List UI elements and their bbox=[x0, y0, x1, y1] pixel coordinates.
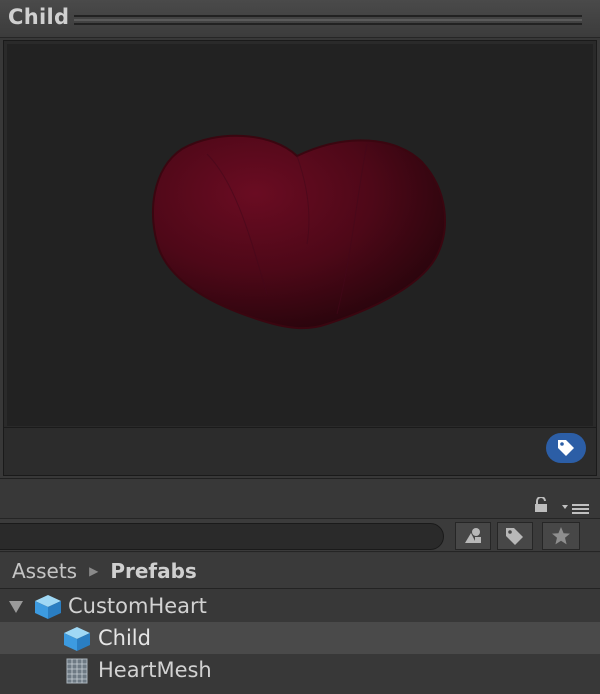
tree-item-child[interactable]: Child bbox=[0, 622, 600, 654]
title-grip[interactable] bbox=[74, 15, 582, 25]
asset-preview-panel bbox=[3, 40, 597, 476]
window-title: Child bbox=[8, 5, 70, 29]
expand-arrow-icon[interactable] bbox=[8, 600, 24, 614]
search-toolbar bbox=[0, 518, 600, 552]
favorites-star-icon bbox=[552, 527, 570, 545]
tree-item-label: Child bbox=[98, 626, 151, 650]
breadcrumb-item-assets[interactable]: Assets bbox=[12, 559, 77, 583]
breadcrumb-item-prefabs[interactable]: Prefabs bbox=[110, 559, 197, 583]
search-input[interactable] bbox=[0, 523, 444, 550]
search-by-label-button[interactable] bbox=[497, 522, 533, 550]
preview-footer bbox=[4, 427, 596, 475]
lock-icon[interactable] bbox=[534, 497, 548, 513]
search-by-type-icon bbox=[465, 528, 481, 543]
mesh-grid-icon bbox=[66, 658, 88, 684]
search-by-label-icon bbox=[506, 528, 523, 545]
tree-item-customheart[interactable]: CustomHeart bbox=[0, 590, 600, 622]
label-tag-button[interactable] bbox=[546, 433, 586, 463]
tree-item-label: HeartMesh bbox=[98, 658, 212, 682]
tree-item-label: CustomHeart bbox=[68, 594, 207, 618]
favorites-button[interactable] bbox=[542, 522, 580, 550]
prefab-cube-icon bbox=[35, 595, 61, 619]
label-tag-icon bbox=[558, 440, 574, 456]
heart-mesh-preview bbox=[152, 134, 446, 330]
inspector-title-bar: Child bbox=[0, 0, 600, 38]
breadcrumb: Assets ▶ Prefabs bbox=[0, 553, 600, 589]
breadcrumb-separator-icon: ▶ bbox=[89, 563, 99, 578]
tree-item-heartmesh[interactable]: HeartMesh bbox=[0, 654, 600, 686]
context-menu-icon[interactable] bbox=[562, 501, 590, 515]
prefab-cube-icon bbox=[64, 627, 90, 651]
project-tree: CustomHeart Child HeartMesh bbox=[0, 590, 600, 694]
project-toolbar-strip bbox=[0, 478, 600, 518]
search-by-type-button[interactable] bbox=[455, 522, 491, 550]
preview-viewport[interactable] bbox=[7, 44, 593, 426]
